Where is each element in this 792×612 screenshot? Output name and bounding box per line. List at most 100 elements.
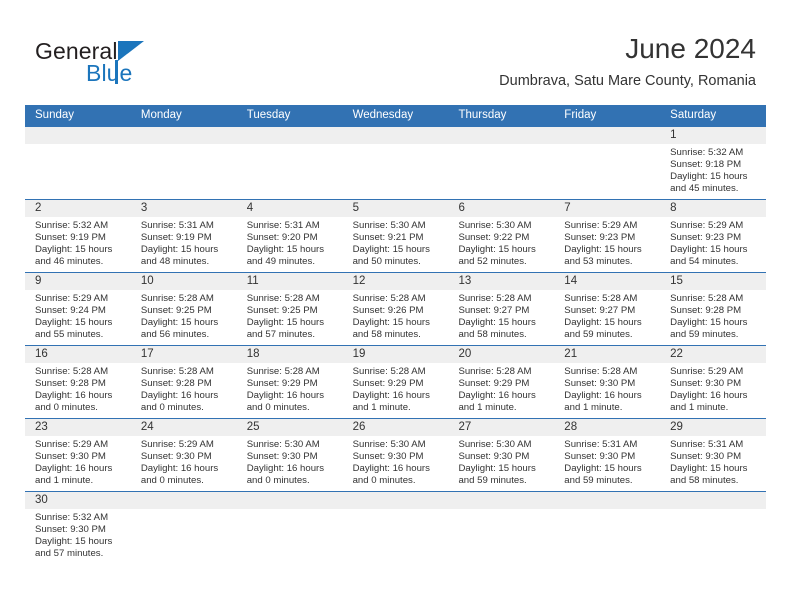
- day-daylight2-text: and 52 minutes.: [458, 256, 527, 268]
- day-cell[interactable]: 1 Sunrise: 5:32 AM Sunset: 9:18 PM Daylight…: [660, 127, 767, 199]
- day-sunset-text: Sunset: 9:20 PM: [246, 232, 318, 244]
- day-number: 5: [342, 200, 449, 217]
- day-sunrise-text: Sunrise: 5:29 AM: [670, 220, 744, 231]
- day-sunset-text: Sunset: 9:22 PM: [458, 232, 530, 244]
- day-sun-info: Sunrise: 5:28 AM Sunset: 9:30 PM Daylight:…: [564, 366, 652, 414]
- day-daylight1-text: Daylight: 16 hours: [140, 463, 219, 475]
- day-cell[interactable]: 26 Sunrise: 5:30 AM Sunset: 9:30 PM Dayligh…: [342, 419, 449, 491]
- day-sunset-text: Sunset: 9:29 PM: [246, 378, 318, 390]
- day-daylight2-text: and 0 minutes.: [246, 475, 310, 487]
- day-sun-info: Sunrise: 5:28 AM Sunset: 9:28 PM Daylight:…: [35, 366, 123, 414]
- day-cell[interactable]: 8 Sunrise: 5:29 AM Sunset: 9:23 PM Daylight…: [660, 200, 767, 272]
- day-cell[interactable]: 21 Sunrise: 5:28 AM Sunset: 9:30 PM Dayligh…: [554, 346, 661, 418]
- day-daylight2-text: and 1 minute.: [35, 475, 94, 487]
- day-cell-empty: [236, 127, 343, 199]
- day-sunset-text: Sunset: 9:30 PM: [35, 451, 106, 463]
- day-daylight2-text: and 57 minutes.: [246, 329, 315, 341]
- day-daylight1-text: Daylight: 16 hours: [564, 390, 642, 402]
- day-cell-empty: [130, 492, 237, 564]
- day-daylight2-text: and 56 minutes.: [140, 329, 210, 341]
- day-cell[interactable]: 25 Sunrise: 5:30 AM Sunset: 9:30 PM Dayligh…: [236, 419, 343, 491]
- day-cell[interactable]: 30 Sunrise: 5:32 AM Sunset: 9:30 PM Dayligh…: [25, 492, 131, 564]
- day-sunset-text: Sunset: 9:30 PM: [564, 451, 636, 463]
- day-number: 28: [554, 419, 661, 436]
- day-daylight2-text: and 1 minute.: [564, 402, 623, 414]
- day-daylight1-text: Daylight: 16 hours: [35, 463, 113, 475]
- day-sun-info: Sunrise: 5:29 AM Sunset: 9:23 PM Daylight:…: [670, 220, 758, 268]
- day-cell-empty: [342, 492, 449, 564]
- logo-triangle-icon: [118, 41, 144, 61]
- day-sunrise-text: Sunrise: 5:30 AM: [458, 220, 532, 231]
- day-cell[interactable]: 11 Sunrise: 5:28 AM Sunset: 9:25 PM Dayligh…: [236, 273, 343, 345]
- day-number: 9: [25, 273, 131, 290]
- day-cell[interactable]: 22 Sunrise: 5:29 AM Sunset: 9:30 PM Dayligh…: [660, 346, 767, 418]
- day-daylight2-text: and 0 minutes.: [352, 475, 416, 487]
- day-sun-info: Sunrise: 5:28 AM Sunset: 9:27 PM Daylight:…: [458, 293, 546, 341]
- day-cell-empty: [448, 492, 555, 564]
- day-sun-info: Sunrise: 5:29 AM Sunset: 9:30 PM Daylight:…: [141, 439, 229, 487]
- day-cell[interactable]: 20 Sunrise: 5:28 AM Sunset: 9:29 PM Dayligh…: [448, 346, 555, 418]
- day-cell[interactable]: 5 Sunrise: 5:30 AM Sunset: 9:21 PM Daylight…: [342, 200, 449, 272]
- day-cell[interactable]: 6 Sunrise: 5:30 AM Sunset: 9:22 PM Daylight…: [448, 200, 555, 272]
- day-number: 2: [25, 200, 131, 217]
- day-cell[interactable]: 19 Sunrise: 5:28 AM Sunset: 9:29 PM Dayligh…: [342, 346, 449, 418]
- day-cell[interactable]: 15 Sunrise: 5:28 AM Sunset: 9:28 PM Dayligh…: [660, 273, 767, 345]
- day-daylight2-text: and 59 minutes.: [458, 475, 527, 487]
- day-cell[interactable]: 27 Sunrise: 5:30 AM Sunset: 9:30 PM Dayligh…: [448, 419, 555, 491]
- day-daylight2-text: and 58 minutes.: [352, 329, 421, 341]
- page-header: General Blue June 2024 Dumbrava, Satu Ma…: [0, 0, 792, 100]
- day-daylight2-text: and 58 minutes.: [670, 475, 739, 487]
- day-cell[interactable]: 7 Sunrise: 5:29 AM Sunset: 9:23 PM Daylight…: [554, 200, 661, 272]
- day-daylight2-text: and 58 minutes.: [458, 329, 527, 341]
- general-blue-logo[interactable]: General Blue: [35, 38, 245, 92]
- day-daylight2-text: and 50 minutes.: [352, 256, 421, 268]
- day-sun-info: Sunrise: 5:28 AM Sunset: 9:29 PM Daylight:…: [458, 366, 546, 414]
- day-daylight1-text: Daylight: 15 hours: [140, 244, 219, 256]
- weekday-header-sunday: Sunday: [35, 109, 75, 121]
- day-cell[interactable]: 3 Sunrise: 5:31 AM Sunset: 9:19 PM Daylight…: [130, 200, 237, 272]
- day-cell[interactable]: 17 Sunrise: 5:28 AM Sunset: 9:28 PM Dayligh…: [130, 346, 237, 418]
- day-sunset-text: Sunset: 9:23 PM: [564, 232, 636, 244]
- day-sun-info: Sunrise: 5:30 AM Sunset: 9:30 PM Daylight:…: [458, 439, 546, 487]
- day-cell[interactable]: 18 Sunrise: 5:28 AM Sunset: 9:29 PM Dayligh…: [236, 346, 343, 418]
- day-cell[interactable]: 4 Sunrise: 5:31 AM Sunset: 9:20 PM Daylight…: [236, 200, 343, 272]
- day-number: [25, 127, 131, 144]
- day-sun-info: Sunrise: 5:30 AM Sunset: 9:30 PM Daylight:…: [353, 439, 441, 487]
- day-sun-info: Sunrise: 5:28 AM Sunset: 9:29 PM Daylight:…: [353, 366, 441, 414]
- day-cell[interactable]: 9 Sunrise: 5:29 AM Sunset: 9:24 PM Daylight…: [25, 273, 131, 345]
- day-cell[interactable]: 10 Sunrise: 5:28 AM Sunset: 9:25 PM Dayligh…: [130, 273, 237, 345]
- day-cell[interactable]: 14 Sunrise: 5:28 AM Sunset: 9:27 PM Dayligh…: [554, 273, 661, 345]
- day-sunrise-text: Sunrise: 5:30 AM: [458, 439, 532, 450]
- day-daylight2-text: and 0 minutes.: [140, 402, 204, 414]
- day-sunrise-text: Sunrise: 5:28 AM: [246, 293, 320, 304]
- day-sun-info: Sunrise: 5:29 AM Sunset: 9:30 PM Daylight:…: [670, 366, 758, 414]
- day-sunset-text: Sunset: 9:28 PM: [140, 378, 212, 390]
- day-sun-info: Sunrise: 5:31 AM Sunset: 9:19 PM Daylight:…: [141, 220, 229, 268]
- day-number: [660, 492, 767, 509]
- day-number: 29: [660, 419, 767, 436]
- day-number: 26: [342, 419, 449, 436]
- day-number: [448, 492, 555, 509]
- day-daylight1-text: Daylight: 15 hours: [140, 317, 219, 329]
- day-number: 25: [236, 419, 343, 436]
- day-cell[interactable]: 28 Sunrise: 5:31 AM Sunset: 9:30 PM Dayligh…: [554, 419, 661, 491]
- day-cell[interactable]: 16 Sunrise: 5:28 AM Sunset: 9:28 PM Dayligh…: [25, 346, 131, 418]
- day-daylight1-text: Daylight: 15 hours: [246, 244, 325, 256]
- day-cell[interactable]: 29 Sunrise: 5:31 AM Sunset: 9:30 PM Dayligh…: [660, 419, 767, 491]
- day-daylight1-text: Daylight: 15 hours: [352, 244, 430, 256]
- day-sunset-text: Sunset: 9:21 PM: [352, 232, 424, 244]
- day-cell-empty: [448, 127, 555, 199]
- day-daylight2-text: and 0 minutes.: [35, 402, 98, 414]
- day-sun-info: Sunrise: 5:31 AM Sunset: 9:20 PM Daylight:…: [247, 220, 335, 268]
- day-sunrise-text: Sunrise: 5:29 AM: [35, 293, 109, 304]
- day-cell[interactable]: 12 Sunrise: 5:28 AM Sunset: 9:26 PM Dayligh…: [342, 273, 449, 345]
- day-cell[interactable]: 2 Sunrise: 5:32 AM Sunset: 9:19 PM Daylight…: [25, 200, 131, 272]
- week-row: 23 Sunrise: 5:29 AM Sunset: 9:30 PM Dayligh…: [25, 418, 767, 491]
- day-daylight2-text: and 1 minute.: [458, 402, 517, 414]
- day-cell[interactable]: 13 Sunrise: 5:28 AM Sunset: 9:27 PM Dayligh…: [448, 273, 555, 345]
- day-sunrise-text: Sunrise: 5:31 AM: [246, 220, 320, 231]
- day-cell[interactable]: 23 Sunrise: 5:29 AM Sunset: 9:30 PM Dayligh…: [25, 419, 131, 491]
- day-cell[interactable]: 24 Sunrise: 5:29 AM Sunset: 9:30 PM Dayligh…: [130, 419, 237, 491]
- day-sunrise-text: Sunrise: 5:28 AM: [458, 366, 532, 377]
- day-daylight1-text: Daylight: 15 hours: [564, 244, 642, 256]
